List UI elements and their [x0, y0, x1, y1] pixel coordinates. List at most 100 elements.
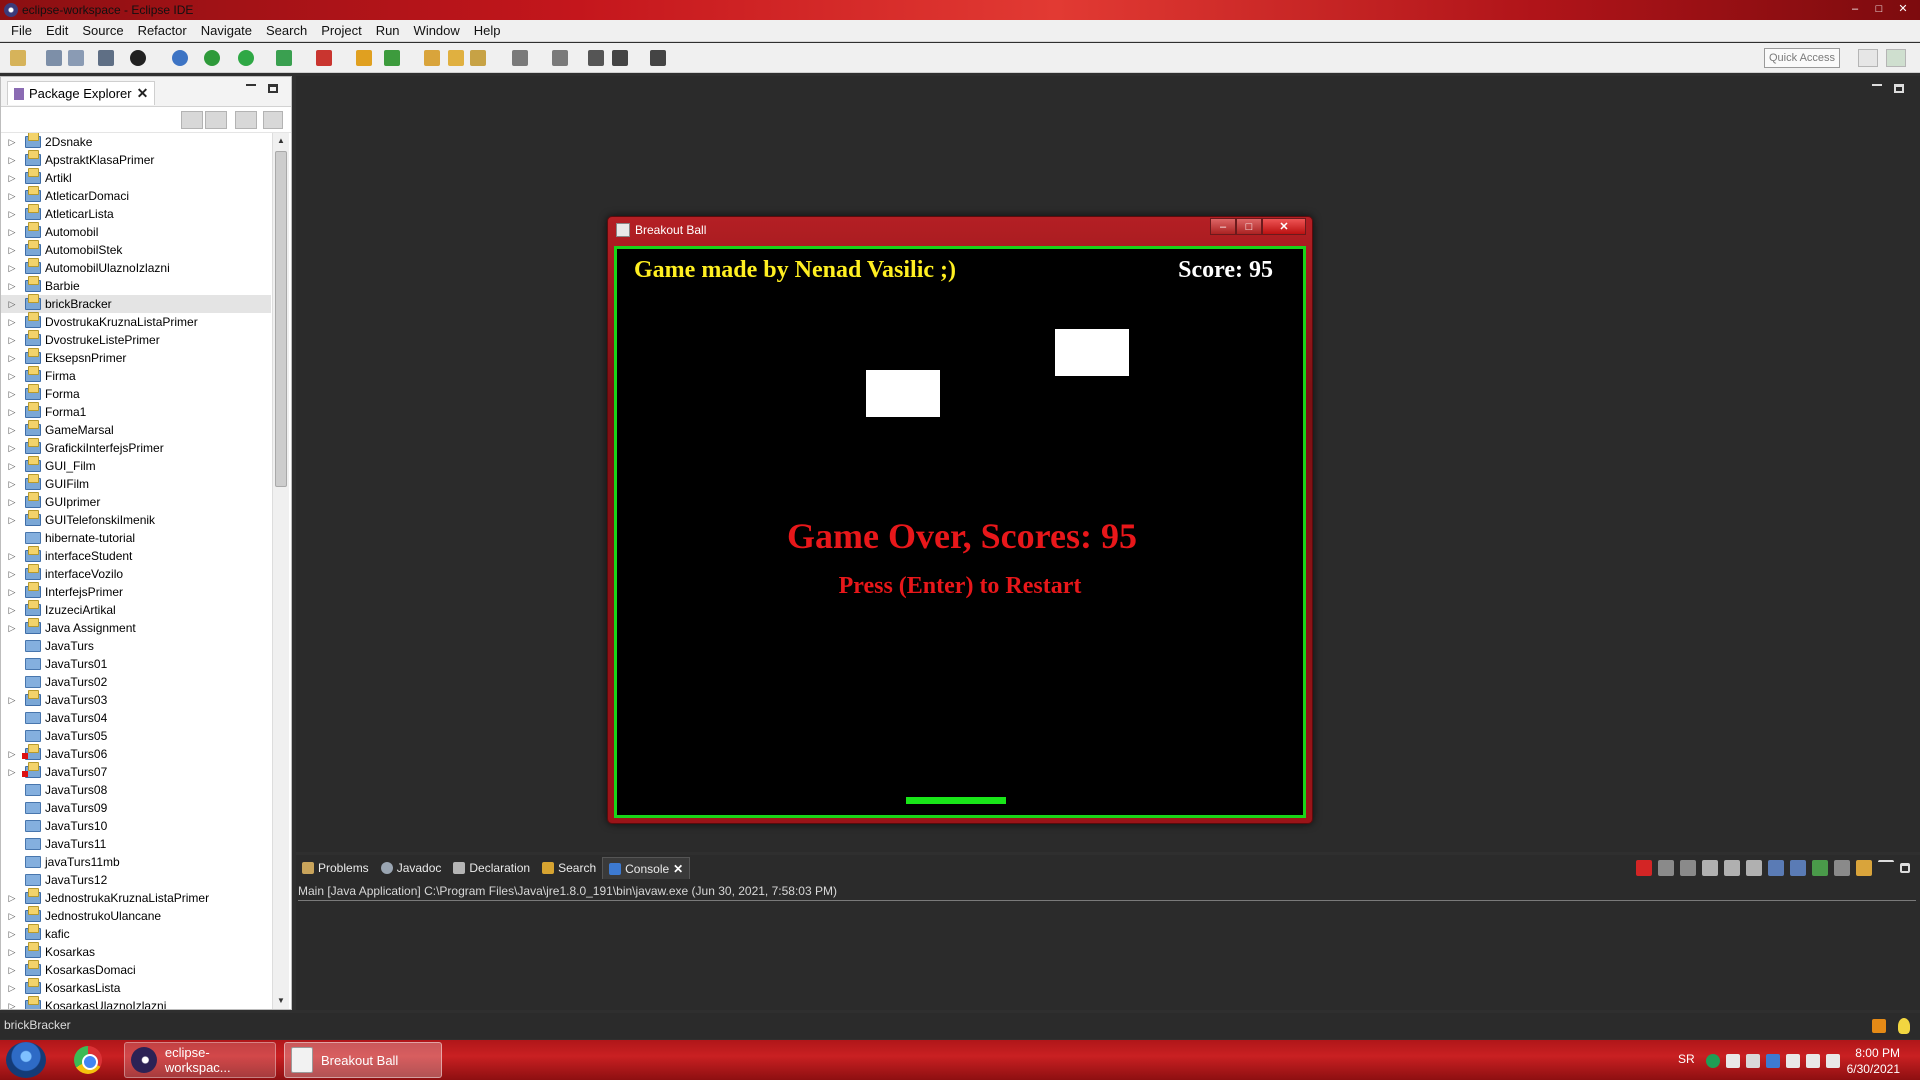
word-wrap-icon[interactable] — [1746, 860, 1762, 876]
security-icon[interactable] — [1706, 1054, 1720, 1068]
save-all-icon[interactable] — [68, 50, 84, 66]
tree-item[interactable]: ▷ Java Assignment — [1, 618, 271, 637]
run-icon[interactable] — [238, 50, 254, 66]
expand-arrow-icon[interactable]: ▷ — [5, 227, 19, 238]
new-package-icon[interactable] — [356, 50, 372, 66]
expand-arrow-icon[interactable]: ▷ — [5, 155, 19, 166]
tree-item[interactable]: ▷ interfaceStudent — [1, 546, 271, 565]
tree-item[interactable]: ▷ JavaTurs03 — [1, 690, 271, 709]
link-with-editor-icon[interactable] — [205, 111, 227, 129]
menu-file[interactable]: File — [4, 23, 39, 38]
clock[interactable]: 8:00 PM 6/30/2021 — [1847, 1045, 1900, 1077]
tip-icon[interactable] — [1898, 1018, 1910, 1034]
expand-arrow-icon[interactable]: ▷ — [5, 173, 19, 184]
terminate-icon[interactable] — [1636, 860, 1652, 876]
breakpoint-icon[interactable] — [172, 50, 188, 66]
scroll-up-icon[interactable]: ▲ — [273, 133, 289, 149]
tab-search[interactable]: Search — [536, 857, 602, 879]
tree-item[interactable]: JavaTurs10 — [1, 817, 271, 835]
breakout-close-button[interactable]: ✕ — [1262, 218, 1306, 235]
console-maximize-icon[interactable] — [1900, 863, 1910, 873]
tree-item[interactable]: ▷ Artikl — [1, 168, 271, 187]
menu-refactor[interactable]: Refactor — [131, 23, 194, 38]
expand-arrow-icon[interactable]: ▷ — [5, 515, 19, 526]
java-perspective-icon[interactable] — [1886, 49, 1906, 67]
expand-arrow-icon[interactable]: ▷ — [5, 929, 19, 940]
start-button[interactable] — [6, 1042, 46, 1078]
open-task-icon[interactable] — [448, 50, 464, 66]
tab-package-explorer[interactable]: Package Explorer ✕ — [7, 81, 156, 105]
expand-arrow-icon[interactable]: ▷ — [5, 605, 19, 616]
explorer-scrollbar[interactable]: ▲ ▼ — [272, 133, 289, 1009]
open-type-icon[interactable] — [424, 50, 440, 66]
search-tool-icon[interactable] — [470, 50, 486, 66]
expand-arrow-icon[interactable]: ▷ — [5, 443, 19, 454]
expand-arrow-icon[interactable]: ▷ — [5, 911, 19, 922]
taskbar-chrome[interactable] — [68, 1042, 108, 1078]
forward-icon[interactable] — [650, 50, 666, 66]
remove-launch-icon[interactable] — [1658, 860, 1674, 876]
focus-icon[interactable] — [235, 111, 257, 129]
tree-item[interactable]: ▷ GUIFilm — [1, 474, 271, 493]
expand-arrow-icon[interactable]: ▷ — [5, 497, 19, 508]
tree-item[interactable]: JavaTurs04 — [1, 709, 271, 727]
tree-item[interactable]: ▷ JavaTurs07 — [1, 762, 271, 781]
expand-arrow-icon[interactable]: ▷ — [5, 947, 19, 958]
view-menu-icon[interactable] — [263, 111, 283, 129]
tree-item[interactable]: ▷ DvostrukeListePrimer — [1, 330, 271, 349]
expand-arrow-icon[interactable]: ▷ — [5, 893, 19, 904]
menu-navigate[interactable]: Navigate — [194, 23, 259, 38]
menu-run[interactable]: Run — [369, 23, 407, 38]
pin-editor-icon[interactable] — [552, 50, 568, 66]
tab-console[interactable]: Console ✕ — [602, 857, 691, 879]
tree-item[interactable]: ▷ brickBracker — [1, 294, 271, 313]
open-perspective-icon[interactable] — [1858, 49, 1878, 67]
expand-arrow-icon[interactable]: ▷ — [5, 245, 19, 256]
terminal-icon[interactable] — [98, 50, 114, 66]
clear-console-icon[interactable] — [1702, 860, 1718, 876]
menu-project[interactable]: Project — [314, 23, 368, 38]
tree-item[interactable]: ▷ EksepsnPrimer — [1, 348, 271, 367]
tree-item[interactable]: ▷ GUIprimer — [1, 492, 271, 511]
expand-arrow-icon[interactable]: ▷ — [5, 749, 19, 760]
expand-arrow-icon[interactable]: ▷ — [5, 983, 19, 994]
menu-edit[interactable]: Edit — [39, 23, 75, 38]
scroll-thumb[interactable] — [275, 151, 287, 487]
tree-item[interactable]: JavaTurs11 — [1, 835, 271, 853]
taskbar-eclipse[interactable]: eclipse-workspac... — [124, 1042, 276, 1078]
expand-arrow-icon[interactable]: ▷ — [5, 317, 19, 328]
tree-item[interactable]: ▷ KosarkasUlaznoIzlazni — [1, 996, 271, 1009]
tree-item[interactable]: ▷ GUI_Film — [1, 456, 271, 475]
expand-arrow-icon[interactable]: ▷ — [5, 623, 19, 634]
language-indicator[interactable]: SR — [1678, 1052, 1695, 1066]
tree-item[interactable]: JavaTurs01 — [1, 655, 271, 673]
open-console-icon[interactable] — [1856, 860, 1872, 876]
tree-item[interactable]: ▷ 2Dsnake — [1, 133, 271, 151]
tree-item[interactable]: ▷ GrafickiInterfejsPrimer — [1, 438, 271, 457]
tree-item[interactable]: JavaTurs12 — [1, 871, 271, 889]
breakout-minimize-button[interactable]: – — [1210, 218, 1236, 235]
back-icon[interactable] — [612, 50, 628, 66]
action-center-icon[interactable] — [1786, 1054, 1800, 1068]
game-canvas[interactable]: Game made by Nenad Vasilic ;) Score: 95 … — [614, 246, 1306, 818]
maximize-button[interactable]: □ — [1868, 1, 1890, 17]
quick-access-field[interactable]: Quick Access — [1764, 48, 1840, 68]
coverage-icon[interactable] — [276, 50, 292, 66]
menu-source[interactable]: Source — [75, 23, 130, 38]
tree-item[interactable]: JavaTurs09 — [1, 799, 271, 817]
minimize-button[interactable]: – — [1844, 1, 1866, 17]
expand-arrow-icon[interactable]: ▷ — [5, 335, 19, 346]
expand-arrow-icon[interactable]: ▷ — [5, 425, 19, 436]
expand-arrow-icon[interactable]: ▷ — [5, 551, 19, 562]
tree-item[interactable]: ▷ interfaceVozilo — [1, 564, 271, 583]
debug-skip-icon[interactable] — [130, 50, 146, 66]
tree-item[interactable]: ▷ DvostrukaKruznaListaPrimer — [1, 312, 271, 331]
collapse-all-icon[interactable] — [181, 111, 203, 129]
display-icon[interactable] — [1806, 1054, 1820, 1068]
tree-item[interactable]: ▷ AtleticarLista — [1, 204, 271, 223]
breakout-maximize-button[interactable]: □ — [1236, 218, 1262, 235]
show-on-output-icon[interactable] — [1768, 860, 1784, 876]
expand-arrow-icon[interactable]: ▷ — [5, 371, 19, 382]
tree-item[interactable]: ▷ AutomobilUlaznoIzlazni — [1, 258, 271, 277]
expand-arrow-icon[interactable]: ▷ — [5, 569, 19, 580]
